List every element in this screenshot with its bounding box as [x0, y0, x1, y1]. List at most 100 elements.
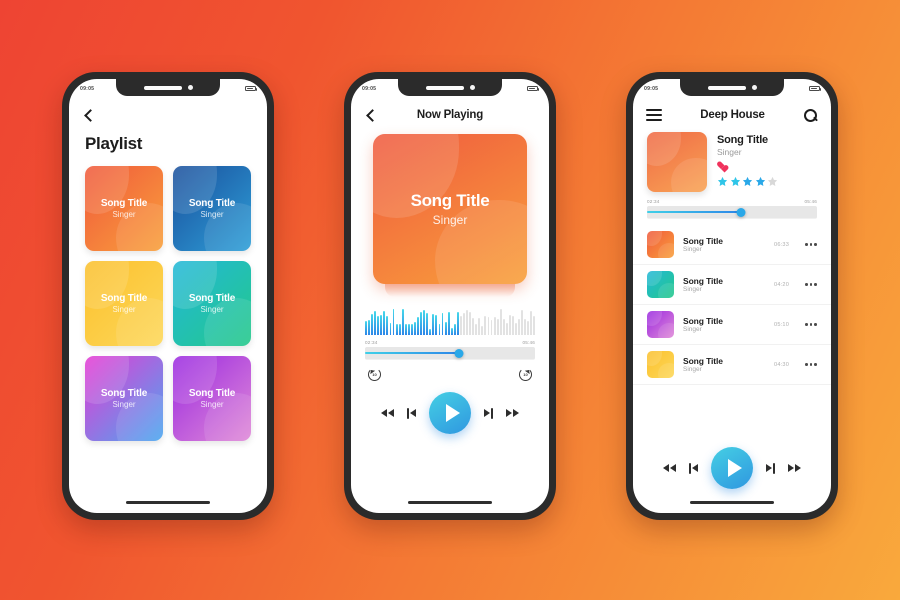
album-art-reflection — [385, 284, 515, 297]
card-title: Song Title — [100, 388, 148, 399]
waveform-bar — [404, 323, 407, 335]
waveform-bar — [508, 315, 511, 335]
waveform-bar — [398, 324, 401, 335]
status-time: 09:05 — [644, 85, 659, 92]
rewind-icon[interactable] — [381, 409, 394, 417]
chevron-left-icon[interactable] — [82, 108, 96, 122]
fast-forward-icon[interactable] — [788, 464, 801, 472]
waveform-bar — [407, 324, 410, 335]
waveform-bar — [496, 319, 499, 335]
list-item[interactable]: Song Title Singer 04:30 — [633, 345, 831, 385]
search-icon[interactable] — [803, 108, 818, 123]
waveform-bar — [527, 320, 530, 335]
remaining-time: 05:46 — [522, 340, 535, 345]
skip-next-icon[interactable] — [766, 462, 775, 474]
track-art — [647, 351, 674, 378]
status-time: 09:05 — [362, 85, 377, 92]
skip-previous-icon[interactable] — [407, 407, 416, 419]
star-filled-icon[interactable] — [742, 176, 753, 187]
more-options-icon[interactable] — [805, 323, 817, 326]
playlist-card[interactable]: Song Title Singer — [85, 261, 163, 346]
playlist-card[interactable]: Song Title Singer — [173, 356, 251, 441]
now-playing-art[interactable] — [647, 132, 707, 192]
waveform-bar — [389, 323, 392, 335]
track-title: Song Title — [683, 315, 723, 326]
album-title: Song Title — [410, 191, 490, 210]
waveform-bar — [472, 318, 475, 335]
track-title: Song Title — [683, 355, 723, 366]
waveform-bar — [395, 324, 398, 335]
waveform-bar — [410, 323, 413, 335]
star-filled-icon[interactable] — [730, 176, 741, 187]
replay-10-icon[interactable]: 10 — [366, 365, 382, 382]
waveform-bar — [401, 309, 404, 335]
waveform-bar — [502, 319, 505, 335]
phone1-navbar — [69, 98, 267, 132]
waveform-bar — [505, 323, 508, 335]
card-singer: Singer — [200, 305, 224, 314]
more-options-icon[interactable] — [805, 243, 817, 246]
waveform-bar — [377, 316, 380, 335]
card-singer: Singer — [200, 400, 224, 409]
slider-fill — [365, 351, 459, 355]
forward-10-icon[interactable]: 10 — [518, 365, 534, 382]
now-playing-meta: Song Title Singer — [717, 132, 817, 192]
album-art[interactable]: Song Title Singer — [373, 134, 527, 284]
track-singer: Singer — [683, 286, 702, 294]
play-icon[interactable] — [711, 447, 753, 489]
play-icon[interactable] — [429, 392, 471, 434]
waveform-bar — [524, 318, 527, 335]
battery-icon — [245, 85, 257, 92]
waveform-bar — [414, 321, 416, 335]
star-empty-icon[interactable] — [767, 176, 778, 187]
battery-icon — [527, 85, 539, 92]
more-options-icon[interactable] — [805, 363, 817, 366]
progress-slider[interactable] — [647, 205, 817, 219]
progress-slider[interactable] — [365, 346, 535, 360]
rewind-icon[interactable] — [663, 464, 676, 472]
list-item[interactable]: Song Title Singer 06:33 — [633, 225, 831, 265]
waveform-bar — [487, 316, 490, 335]
waveform-bar — [435, 315, 438, 335]
track-meta: Song Title Singer — [683, 356, 765, 374]
star-filled-icon[interactable] — [717, 176, 728, 187]
heart-icon[interactable] — [717, 162, 726, 171]
waveform-bar — [466, 309, 468, 335]
waveform-bar — [441, 312, 444, 335]
phone3-screen: 09:05 Deep House Song Title Singer 02:34 — [633, 79, 831, 513]
card-title: Song Title — [188, 388, 236, 399]
track-duration: 06:33 — [774, 241, 790, 248]
track-meta: Song Title Singer — [683, 236, 765, 254]
playlist-card[interactable]: Song Title Singer — [173, 261, 251, 346]
list-item[interactable]: Song Title Singer 05:10 — [633, 305, 831, 345]
slider-thumb[interactable] — [736, 207, 745, 217]
skip-previous-icon[interactable] — [689, 462, 698, 474]
chevron-left-icon[interactable] — [364, 108, 378, 122]
waveform-bar — [383, 310, 386, 335]
audio-waveform[interactable] — [365, 309, 536, 335]
star-filled-icon[interactable] — [755, 176, 766, 187]
playlist-card[interactable]: Song Title Singer — [173, 166, 251, 251]
rating-stars[interactable] — [717, 176, 817, 187]
waveform-bar — [533, 315, 536, 335]
track-singer: Singer — [683, 366, 702, 374]
card-title: Song Title — [100, 198, 148, 209]
more-options-icon[interactable] — [805, 283, 817, 286]
playlist-card[interactable]: Song Title Singer — [85, 356, 163, 441]
waveform-bar — [386, 315, 389, 335]
playlist-card[interactable]: Song Title Singer — [85, 166, 163, 251]
hamburger-menu-icon[interactable] — [646, 109, 662, 121]
now-playing-title: Song Title — [717, 134, 768, 146]
replay-row: 10 10 — [366, 365, 534, 382]
waveform-bar — [530, 311, 533, 335]
track-meta: Song Title Singer — [683, 276, 765, 294]
waveform-bar — [374, 311, 377, 335]
slider-fill — [647, 210, 741, 214]
list-item[interactable]: Song Title Singer 04:20 — [633, 265, 831, 305]
skip-next-icon[interactable] — [484, 407, 493, 419]
playback-controls — [351, 392, 549, 434]
fast-forward-icon[interactable] — [506, 409, 519, 417]
phone1-screen: 09:05 Playlist Song Title Singer Song Ti… — [69, 79, 267, 513]
card-singer: Singer — [112, 305, 136, 314]
slider-thumb[interactable] — [454, 348, 463, 358]
